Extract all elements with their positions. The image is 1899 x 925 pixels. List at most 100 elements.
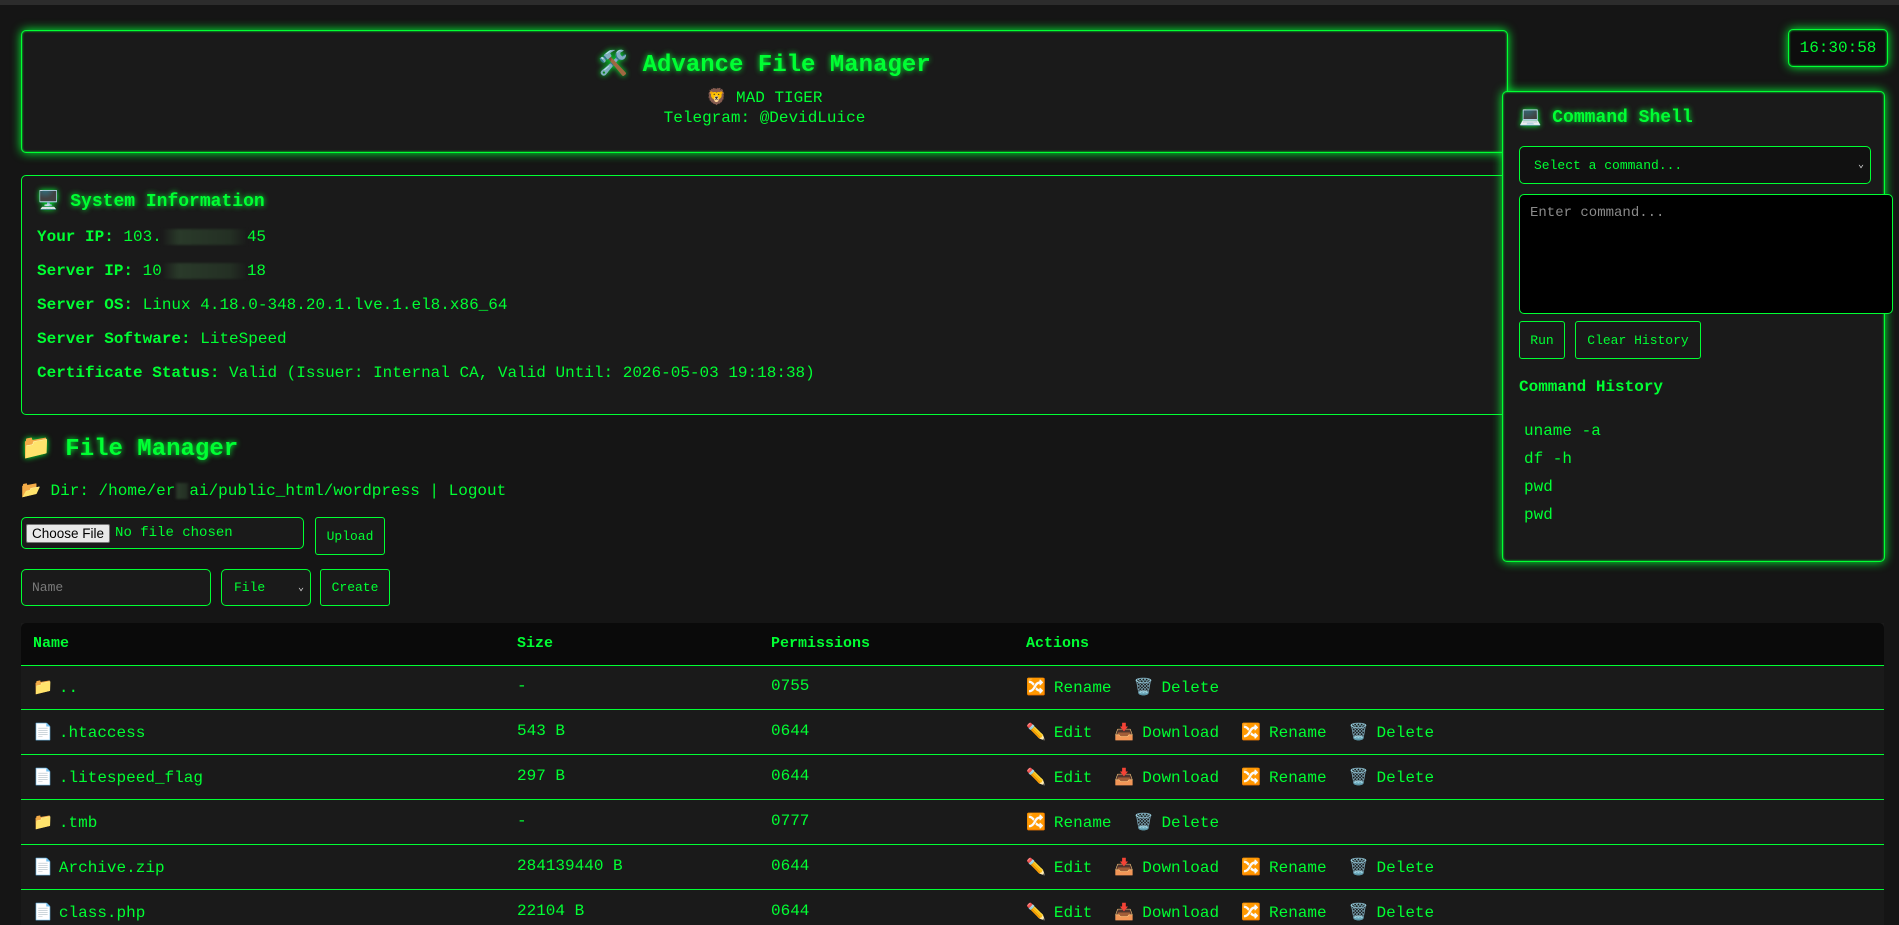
rename-action[interactable]: 🔀 Rename [1241,722,1327,742]
rename-action[interactable]: 🔀 Rename [1026,677,1112,697]
sysinfo-label: Server OS: [37,296,134,314]
cell-actions: 🔀 Rename 🗑️ Delete [1026,812,1241,832]
cell-name: 📄 class.php [33,902,145,922]
page: 🛠️ Advance File Manager 🦁 MAD TIGER Tele… [0,0,1899,925]
run-button[interactable]: Run [1519,321,1565,359]
file-name-link[interactable]: Archive.zip [59,859,165,877]
edit-action[interactable]: ✏️ Edit [1026,857,1092,877]
app-title: 🛠️ Advance File Manager [22,49,1507,79]
cell-actions: ✏️ Edit 📥 Download 🔀 Rename 🗑️ Delete [1026,902,1456,922]
command-input[interactable]: Enter command... [1519,194,1893,314]
history-item[interactable]: pwd [1524,478,1553,496]
delete-action[interactable]: 🗑️ Delete [1349,722,1435,742]
sysinfo-value: Valid (Issuer: Internal CA, Valid Until:… [229,364,815,382]
logout-link[interactable]: Logout [449,482,507,500]
shuffle-icon: 🔀 [1241,767,1261,786]
file-name-link[interactable]: .. [59,679,78,697]
delete-action[interactable]: 🗑️ Delete [1134,677,1220,697]
folder-icon: 📁 [21,433,51,461]
table-row: 📄 .litespeed_flag 297 B 0644 ✏️ Edit 📥 Download… [21,755,1884,800]
column-header-permissions: Permissions [771,635,871,652]
edit-action[interactable]: ✏️ Edit [1026,767,1092,787]
download-action[interactable]: 📥 Download [1114,767,1219,787]
sysinfo-row-certificate: Certificate Status: Valid (Issuer: Inter… [37,364,815,382]
sysinfo-label: Server IP: [37,262,134,280]
table-row: 📄 .htaccess 543 B 0644 ✏️ Edit 📥 Download 🔀 Renam… [21,710,1884,755]
pencil-icon: ✏️ [1026,767,1046,786]
download-action[interactable]: 📥 Download [1114,902,1219,922]
trash-icon: 🗑️ [1133,812,1154,831]
file-icon: 📄 [33,902,53,921]
file-name-link[interactable]: .htaccess [59,724,145,742]
system-info-panel: 🖥️ System Information Your IP: 103. 45 Se… [21,175,1508,415]
edit-action[interactable]: ✏️ Edit [1026,722,1092,742]
file-input[interactable]: Choose File No file chosen [21,517,304,549]
choose-file-button[interactable]: Choose File [26,523,111,543]
current-directory: 📂 Dir: /home/er ai/public_html/wordpress … [21,480,506,500]
cell-actions: ✏️ Edit 📥 Download 🔀 Rename 🗑️ Delete [1026,767,1456,787]
action-label: Rename [1268,904,1327,922]
upload-button[interactable]: Upload [315,517,385,555]
laptop-icon: 💻 [1519,106,1542,127]
action-label: Edit [1053,724,1093,742]
telegram-contact: Telegram: @DevidLuice [663,109,866,127]
cell-actions: ✏️ Edit 📥 Download 🔀 Rename 🗑️ Delete [1026,857,1456,877]
delete-action[interactable]: 🗑️ Delete [1134,812,1220,832]
subtitle: 🦁 MAD TIGER [22,87,1507,107]
trash-icon: 🗑️ [1348,722,1369,741]
download-action[interactable]: 📥 Download [1114,857,1219,877]
cell-actions: 🔀 Rename 🗑️ Delete [1026,677,1241,697]
cell-size: - [517,812,527,830]
history-item[interactable]: pwd [1524,506,1553,524]
file-icon: 📄 [33,722,53,741]
rename-action[interactable]: 🔀 Rename [1241,902,1327,922]
file-icon: 📄 [33,857,53,876]
edit-action[interactable]: ✏️ Edit [1026,902,1092,922]
clear-history-button[interactable]: Clear History [1575,321,1701,359]
sysinfo-value: 103. [123,228,162,246]
sysinfo-label: Server Software: [37,330,191,348]
rename-action[interactable]: 🔀 Rename [1241,857,1327,877]
separator: | [429,482,440,500]
file-table: Name Size Permissions Actions 📁.. - 0755 🔀 R… [21,623,1884,925]
trash-icon: 🗑️ [1348,857,1369,876]
cell-size: - [517,677,527,695]
no-file-text: No file chosen [115,525,233,541]
table-row: 📁.. - 0755 🔀 Rename 🗑️ Delete [21,665,1884,710]
action-label: Rename [1268,859,1327,877]
type-select[interactable]: File ⌄ [221,569,311,606]
create-button[interactable]: Create [320,569,390,606]
cell-actions: ✏️ Edit 📥 Download 🔀 Rename 🗑️ Delete [1026,722,1456,742]
delete-action[interactable]: 🗑️ Delete [1349,902,1435,922]
action-label: Rename [1268,724,1327,742]
cell-size: 22104 B [517,902,585,920]
shuffle-icon: 🔀 [1241,857,1261,876]
file-name-link[interactable]: class.php [59,904,145,922]
delete-action[interactable]: 🗑️ Delete [1349,857,1435,877]
folder-icon: 📁 [33,677,53,696]
rename-action[interactable]: 🔀 Rename [1026,812,1112,832]
cell-size: 297 B [517,767,566,785]
history-item[interactable]: df -h [1524,450,1572,468]
trash-icon: 🗑️ [1133,677,1154,696]
history-item[interactable]: uname -a [1524,422,1601,440]
sysinfo-value: LiteSpeed [200,330,287,348]
file-name-link[interactable]: .litespeed_flag [59,769,203,787]
command-select[interactable]: Select a command... ⌄ [1519,146,1871,184]
table-header: Name Size Permissions Actions [21,623,1884,666]
command-shell-title: 💻 Command Shell [1519,106,1693,128]
delete-action[interactable]: 🗑️ Delete [1349,767,1435,787]
column-header-name: Name [33,635,70,652]
monitor-icon: 🖥️ [37,190,60,211]
download-icon: 📥 [1114,767,1135,786]
name-input[interactable]: Name [21,569,211,606]
file-icon: 📄 [33,767,53,786]
table-row: 📁 .tmb - 0777 🔀 Rename 🗑️ Delete [21,800,1884,845]
file-name-link[interactable]: .tmb [59,814,97,832]
rename-action[interactable]: 🔀 Rename [1241,767,1327,787]
sysinfo-row-server-software: Server Software: LiteSpeed [37,330,287,348]
action-label: Delete [1376,769,1435,787]
sysinfo-label: Certificate Status: [37,364,220,382]
download-action[interactable]: 📥 Download [1114,722,1219,742]
command-shell-panel: 💻 Command Shell Select a command... ⌄ En… [1502,91,1893,562]
